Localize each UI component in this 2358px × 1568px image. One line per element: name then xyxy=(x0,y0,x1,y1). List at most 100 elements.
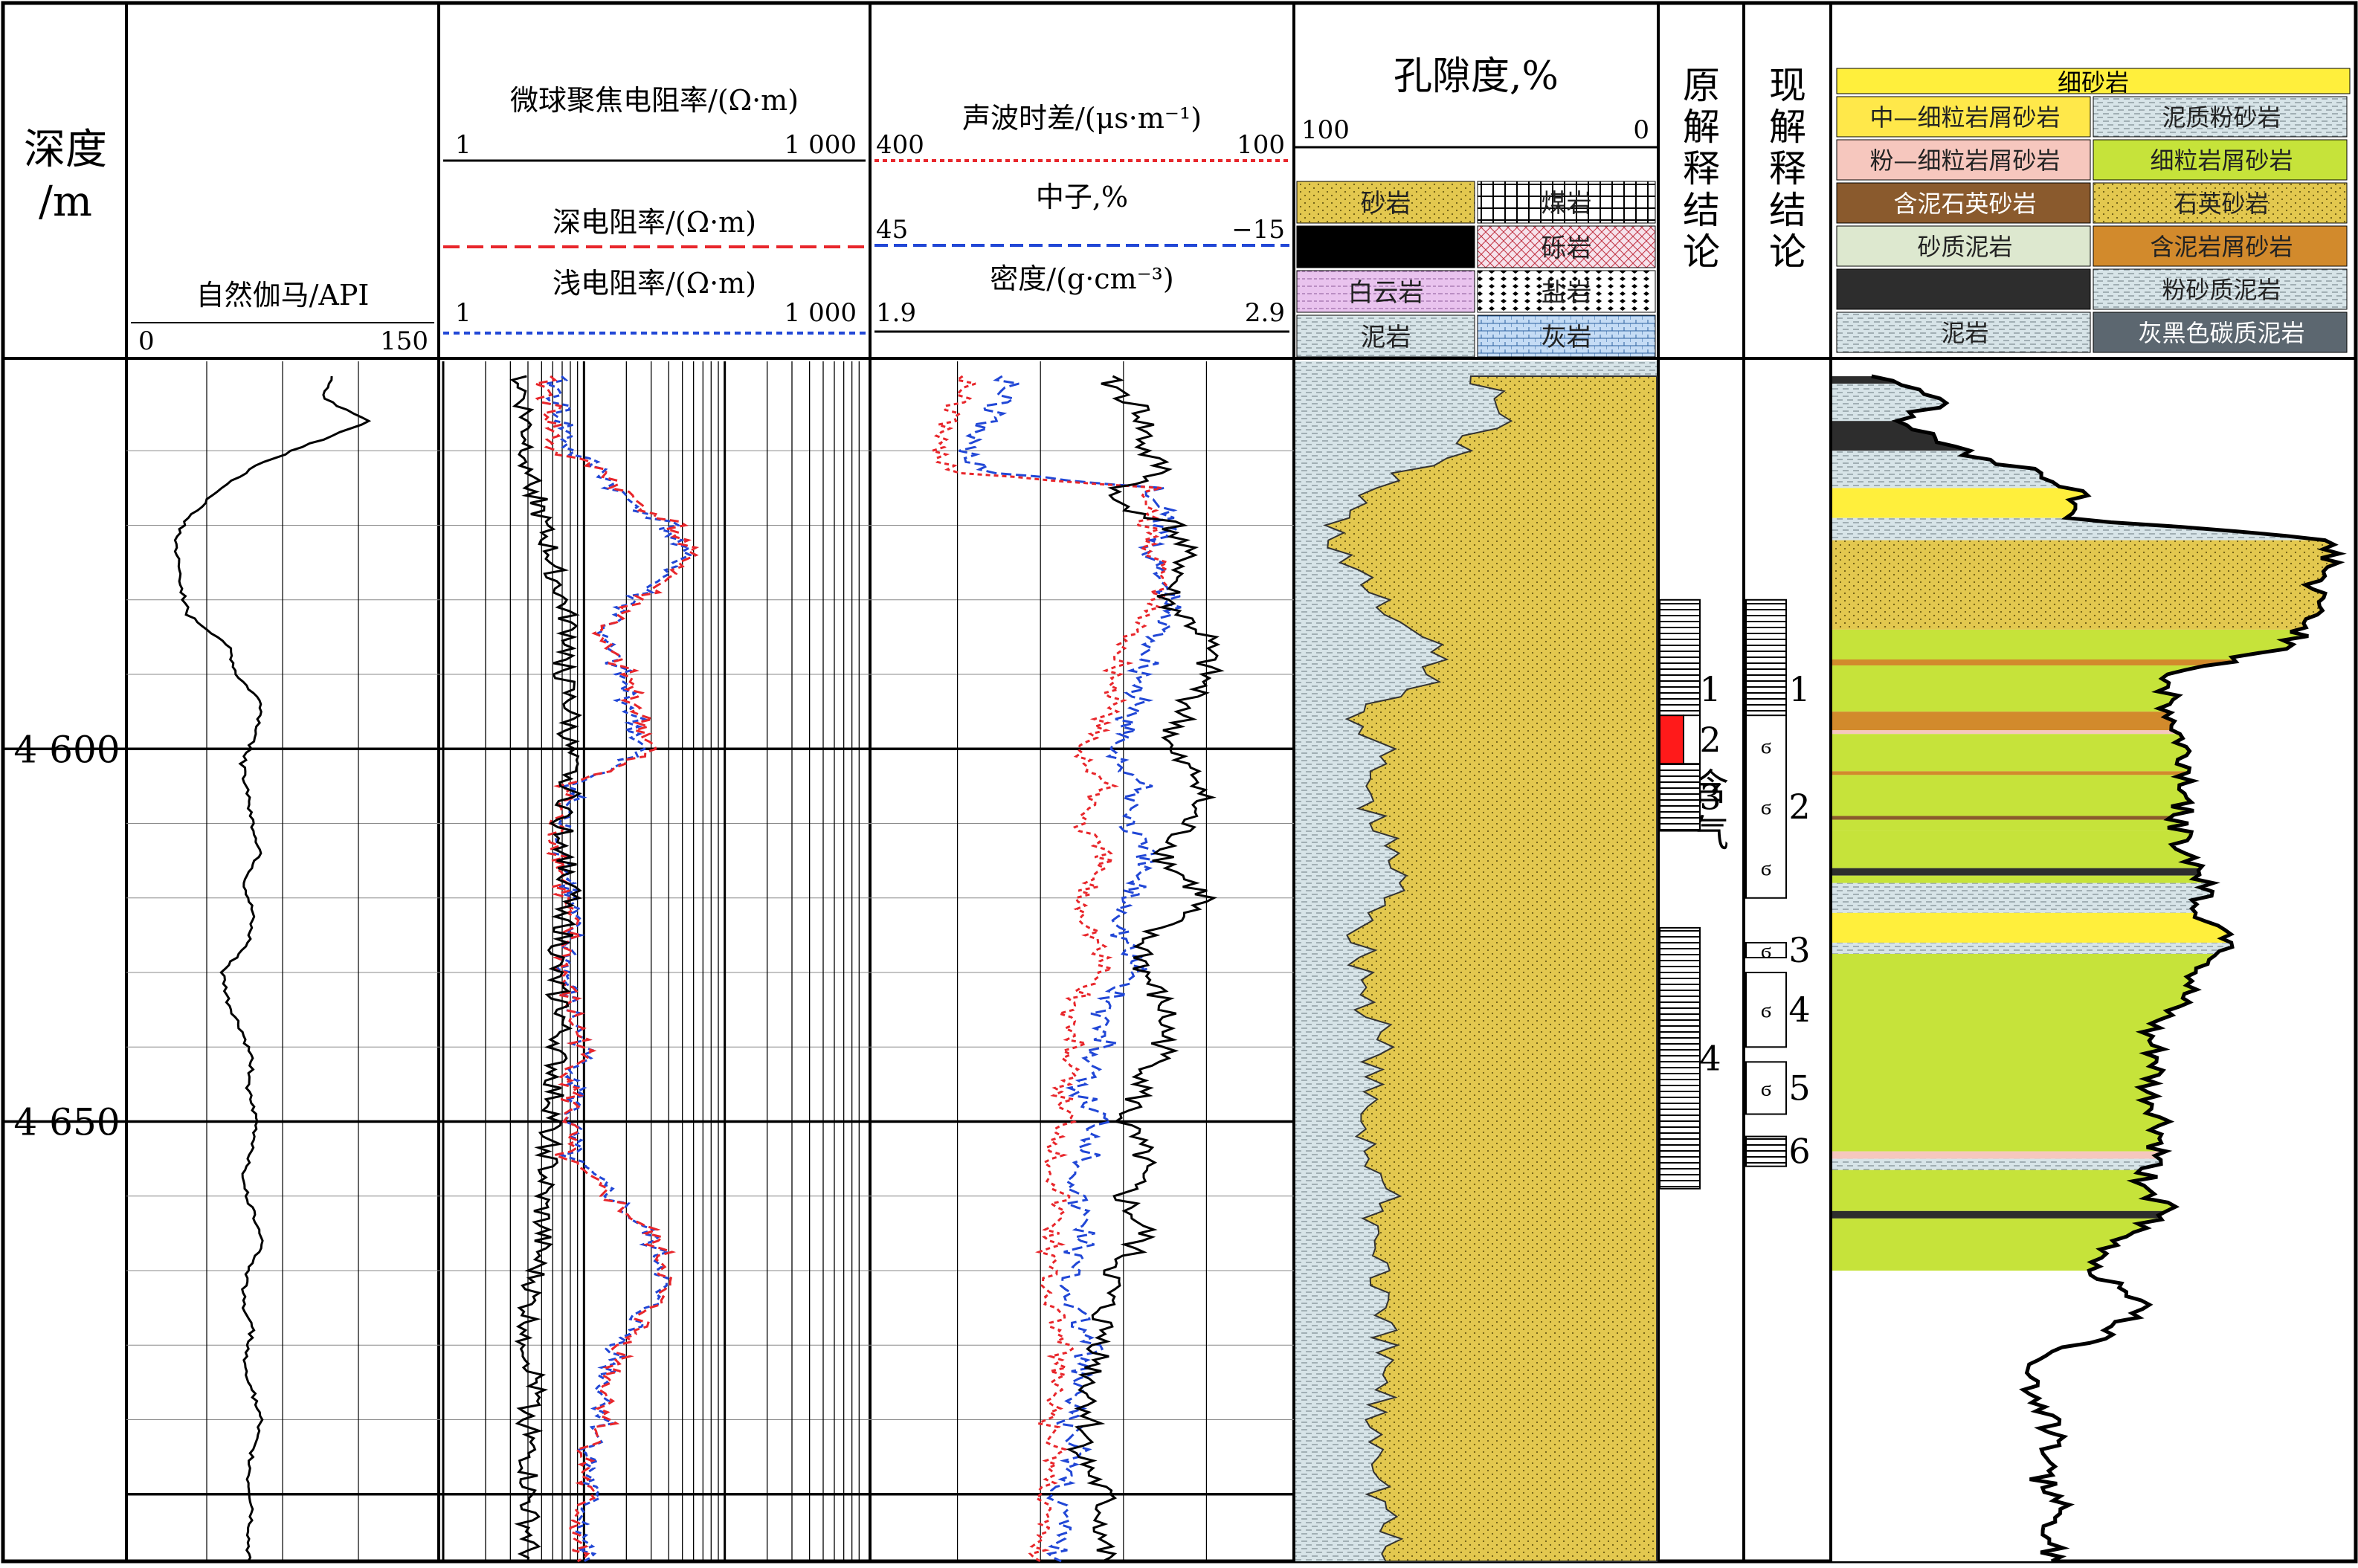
neutron-min: 45 xyxy=(876,215,908,245)
lith-interval-27 xyxy=(1832,1210,2339,1219)
porosity-max: 0 xyxy=(1633,115,1649,145)
porosity-legend-label-4: 白云岩 xyxy=(1348,278,1424,308)
gas-symbol-4-0: ϭ xyxy=(1761,1076,1771,1100)
porosity-legend-label-7: 灰岩 xyxy=(1542,323,1592,352)
porosity-title: 孔隙度,% xyxy=(1394,54,1559,99)
lith-interval-12 xyxy=(1832,734,2339,772)
lith-legend-label-3: 粉—细粒岩屑砂岩 xyxy=(1869,146,2060,175)
gamma-track xyxy=(173,375,372,1562)
lith-interval-8 xyxy=(1832,659,2339,666)
depth-tick-label-1: 4 650 xyxy=(13,1101,120,1144)
gamma-label: 自然伽马/API xyxy=(196,279,370,312)
shallow-res-max: 1 000 xyxy=(785,298,857,328)
porosity-track xyxy=(1295,361,1658,1562)
current-interpretation-track: 1ϭϭϭ2ϭ 3ϭ 4ϭ 56 xyxy=(1745,599,1811,1172)
lith-legend-label-7: 砂质泥岩 xyxy=(1917,233,2012,261)
neutron-curve xyxy=(959,375,1182,1563)
well-log-chart: 含气1234 1ϭϭϭ2ϭ 3ϭ 4ϭ 56 深度/m4 6004 650自然伽马/A… xyxy=(1,1,2358,1564)
neutron-max: −15 xyxy=(1231,215,1285,245)
lith-interval-0 xyxy=(1832,376,2339,384)
lith-legend-label-2: 泥质粉砂岩 xyxy=(2162,103,2281,132)
current-zone-label-3: 4 xyxy=(1788,990,1810,1030)
original-zone-2 xyxy=(1659,763,1701,832)
current-zone-label-0: 1 xyxy=(1788,669,1810,709)
original-interp-title-0: 原 xyxy=(1683,64,1720,107)
lith-interval-17 xyxy=(1832,830,2339,868)
depth-tick-label-0: 4 600 xyxy=(13,728,120,771)
gas-symbol-1-1: ϭ xyxy=(1761,795,1771,819)
lith-interval-15 xyxy=(1832,816,2339,820)
current-interp-title-0: 现 xyxy=(1769,64,1806,107)
original-interp-title-3: 结 xyxy=(1683,189,1720,232)
density-min: 1.9 xyxy=(876,298,916,328)
lith-interval-18 xyxy=(1832,868,2339,876)
lith-interval-6 xyxy=(1832,540,2339,630)
lith-interval-13 xyxy=(1832,771,2339,775)
density-label: 密度/(g·cm⁻³) xyxy=(990,262,1173,295)
sonic-max: 100 xyxy=(1237,130,1285,160)
gas-symbol-1-2: ϭ xyxy=(1761,856,1771,880)
original-zone-3 xyxy=(1659,926,1701,1190)
original-zone-gas-frame-1 xyxy=(1683,714,1701,765)
lith-legend-label-11: 泥岩 xyxy=(1941,319,1988,347)
micro-res-min: 1 xyxy=(455,130,471,160)
original-interp-title-4: 论 xyxy=(1683,230,1720,274)
current-interp-title-1: 解 xyxy=(1769,106,1806,149)
shallow-res-min: 1 xyxy=(455,298,471,328)
lith-legend-label-0: 细砂岩 xyxy=(2058,68,2129,97)
lith-interval-19 xyxy=(1832,875,2339,883)
lith-interval-3 xyxy=(1832,451,2339,488)
gas-symbol-2-0: ϭ xyxy=(1761,938,1771,963)
lith-interval-29 xyxy=(1832,1271,2339,1561)
deep-res-label: 深电阻率/(Ω·m) xyxy=(553,206,756,239)
shallow-res-label: 浅电阻率/(Ω·m) xyxy=(553,267,756,300)
lith-interval-2 xyxy=(1832,421,2339,451)
lithology-track xyxy=(1832,374,2347,1564)
original-interp-title-2: 释 xyxy=(1683,147,1720,190)
gamma-min: 0 xyxy=(138,326,155,356)
porosity-legend-label-0: 砂岩 xyxy=(1361,189,1411,219)
lith-interval-16 xyxy=(1832,819,2339,831)
current-zone-label-4: 5 xyxy=(1788,1068,1810,1108)
lith-interval-7 xyxy=(1832,629,2339,659)
micro-res-curve xyxy=(509,375,583,1562)
current-zone-5 xyxy=(1745,1135,1787,1167)
porosity-legend-label-1: 煤岩 xyxy=(1542,189,1592,219)
sonic-min: 400 xyxy=(876,130,924,160)
lith-legend-label-10: 粉砂质泥岩 xyxy=(2162,276,2281,304)
gas-symbol-1-0: ϭ xyxy=(1761,734,1771,758)
lith-interval-26 xyxy=(1832,1169,2339,1211)
original-zone-gas-1 xyxy=(1659,714,1684,765)
lith-interval-10 xyxy=(1832,712,2339,731)
lith-legend-label-12: 灰黑色碳质泥岩 xyxy=(2138,319,2304,347)
current-zone-label-1: 2 xyxy=(1788,787,1810,827)
porosity-logs-track xyxy=(928,375,1225,1563)
lith-interval-4 xyxy=(1832,488,2339,518)
lith-interval-21 xyxy=(1832,912,2339,943)
original-zone-label-1: 2 xyxy=(1699,720,1721,760)
lith-legend-swatch-9 xyxy=(1836,268,2091,310)
porosity-legend-label-3: 砾岩 xyxy=(1542,233,1592,263)
original-zone-label-2: 3 xyxy=(1699,777,1721,817)
lith-legend-label-5: 含泥石英砂岩 xyxy=(1893,190,2036,218)
depth-unit: /m xyxy=(39,178,92,226)
lith-interval-9 xyxy=(1832,665,2339,712)
original-zone-label-0: 1 xyxy=(1699,669,1721,709)
lith-interval-14 xyxy=(1832,775,2339,816)
current-zone-label-5: 6 xyxy=(1788,1132,1810,1172)
lith-legend-label-6: 石英砂岩 xyxy=(2174,190,2269,218)
original-zone-label-3: 4 xyxy=(1699,1038,1721,1078)
sonic-label: 声波时差/(μs·m⁻¹) xyxy=(962,102,1202,135)
porosity-legend-label-6: 泥岩 xyxy=(1361,323,1411,352)
lith-legend-label-4: 细粒岩屑砂岩 xyxy=(2150,146,2293,175)
gas-symbol-3-0: ϭ xyxy=(1761,998,1771,1022)
lith-interval-20 xyxy=(1832,883,2339,913)
current-interp-title-4: 论 xyxy=(1769,230,1806,274)
lith-interval-22 xyxy=(1832,942,2339,954)
gamma-max: 150 xyxy=(380,326,428,356)
lith-interval-24 xyxy=(1832,1151,2339,1159)
porosity-legend-label-5: 盐岩 xyxy=(1542,278,1592,308)
porosity-legend-swatch-2 xyxy=(1296,225,1475,268)
current-zone-label-2: 3 xyxy=(1788,930,1810,970)
sonic-curve xyxy=(928,375,1170,1563)
